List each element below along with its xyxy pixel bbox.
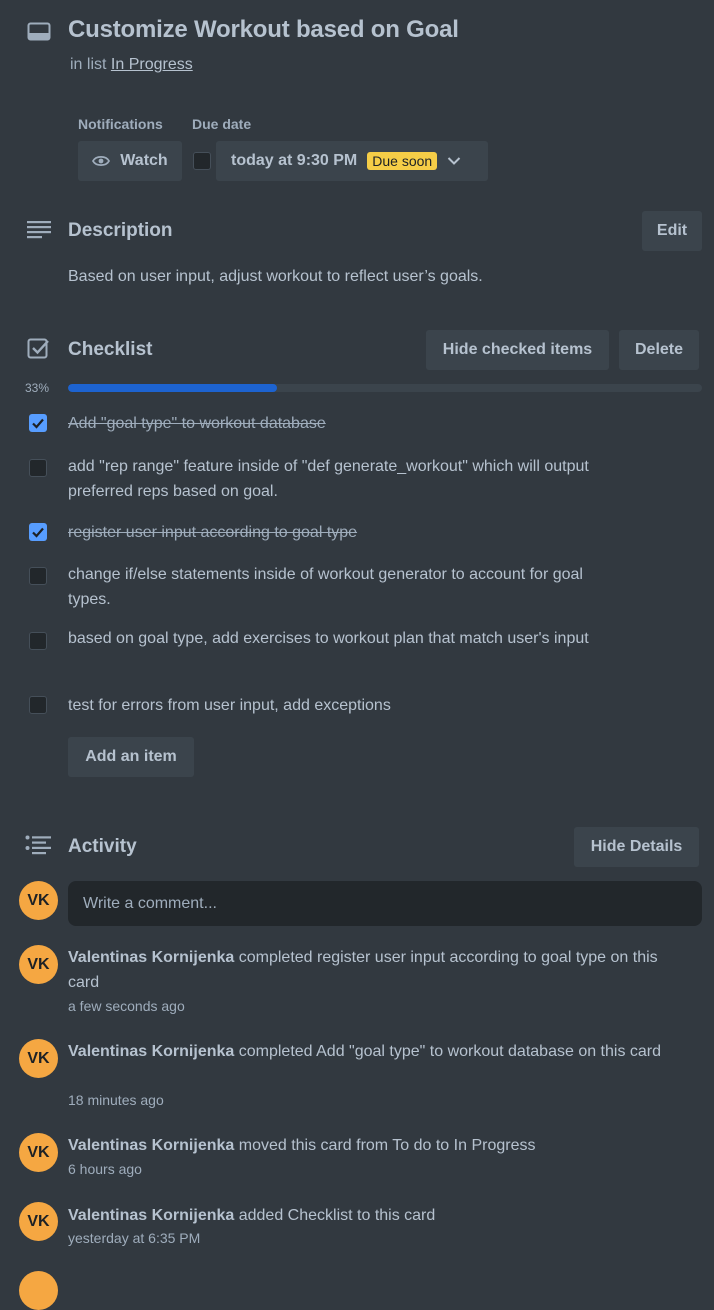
due-date-label: Due date [192,116,252,132]
delete-checklist-button[interactable]: Delete [619,330,699,370]
activity-entry: Valentinas Kornijenka added Checklist to… [68,1203,698,1228]
activity-timestamp[interactable]: 18 minutes ago [68,1092,164,1108]
due-date-checkbox[interactable] [193,152,211,170]
due-soon-badge: Due soon [367,152,438,170]
checklist-item-text[interactable]: Add "goal type" to workout database [68,411,598,436]
avatar[interactable]: VK [19,881,58,920]
hide-details-button[interactable]: Hide Details [574,827,699,867]
checklist-item-text[interactable]: based on goal type, add exercises to wor… [68,626,598,651]
checklist-item-text[interactable]: test for errors from user input, add exc… [68,693,598,718]
activity-entry: Valentinas Kornijenka completed Add "goa… [68,1039,688,1064]
description-icon [27,221,51,239]
checklist-item-text[interactable]: register user input according to goal ty… [68,520,598,545]
eye-icon [92,155,111,167]
activity-entry: Valentinas Kornijenka moved this card fr… [68,1133,698,1158]
card-title[interactable]: Customize Workout based on Goal [68,16,459,44]
checklist-heading: Checklist [68,339,153,360]
checklist-item-text[interactable]: add "rep range" feature inside of "def g… [68,454,598,504]
card-icon [27,22,51,41]
activity-timestamp[interactable]: yesterday at 6:35 PM [68,1230,200,1246]
activity-user[interactable]: Valentinas Kornijenka [68,1207,234,1224]
avatar[interactable]: VK [19,1039,58,1078]
add-item-button[interactable]: Add an item [68,737,194,777]
edit-description-button[interactable]: Edit [642,211,702,251]
hide-checked-items-button[interactable]: Hide checked items [426,330,609,370]
checklist-icon [27,338,49,359]
activity-action: added Checklist to this card [238,1207,436,1224]
activity-timestamp[interactable]: 6 hours ago [68,1161,142,1177]
list-indicator: in list In Progress [70,56,193,74]
checklist-item-checkbox[interactable] [29,632,47,650]
progress-fill [68,384,278,392]
activity-entry: Valentinas Kornijenka completed register… [68,945,688,995]
avatar[interactable]: VK [19,945,58,984]
description-heading: Description [68,220,173,241]
checklist-item-checkbox[interactable] [29,414,47,432]
checklist-percent: 33% [25,381,50,395]
due-date-value: today at 9:30 PM [231,152,358,169]
watch-button[interactable]: Watch [78,141,182,181]
notifications-label: Notifications [78,116,163,132]
activity-action: completed Add "goal type" to workout dat… [238,1043,662,1060]
checklist-item-text[interactable]: change if/else statements inside of work… [68,562,598,612]
description-text[interactable]: Based on user input, adjust workout to r… [68,268,483,286]
comment-input[interactable]: Write a comment... [68,881,702,926]
check-icon [32,418,44,429]
activity-user[interactable]: Valentinas Kornijenka [68,1043,234,1060]
activity-heading: Activity [68,836,137,857]
checklist-progress-bar [68,384,702,392]
checklist-item-checkbox[interactable] [29,459,47,477]
activity-icon [25,835,51,855]
activity-action: moved this card from To do to In Progres… [238,1137,536,1154]
checklist-item-checkbox[interactable] [29,696,47,714]
watch-label: Watch [120,152,168,169]
check-icon [32,527,44,538]
in-list-prefix: in list [70,56,107,73]
chevron-down-icon [447,157,461,165]
checklist-item-checkbox[interactable] [29,567,47,585]
list-link[interactable]: In Progress [111,56,193,73]
avatar[interactable]: VK [19,1202,58,1241]
avatar[interactable]: VK [19,1133,58,1172]
activity-user[interactable]: Valentinas Kornijenka [68,949,234,966]
activity-user[interactable]: Valentinas Kornijenka [68,1137,234,1154]
activity-timestamp[interactable]: a few seconds ago [68,998,185,1014]
due-date-button[interactable]: today at 9:30 PM Due soon [216,141,488,181]
checklist-item-checkbox[interactable] [29,523,47,541]
